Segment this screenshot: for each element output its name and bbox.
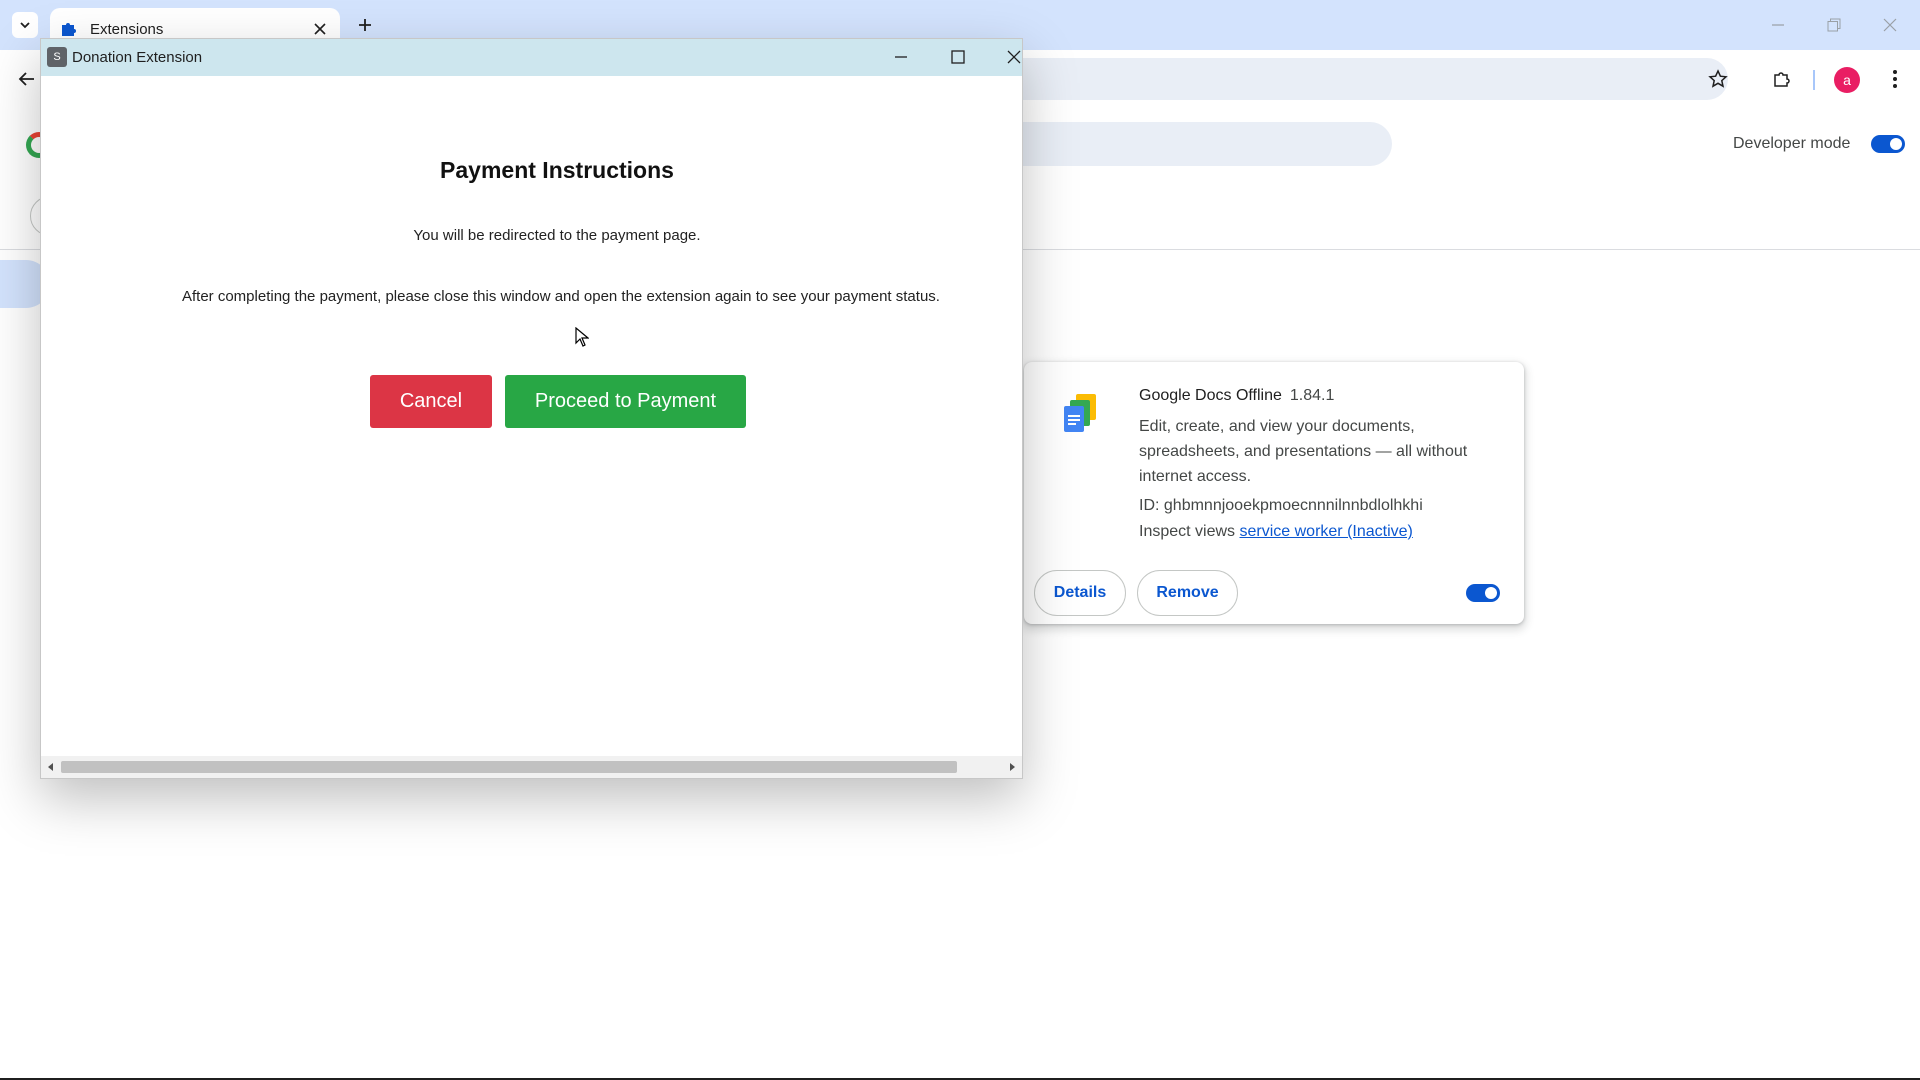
toggle-knob [1890,138,1902,150]
popup-titlebar[interactable]: S Donation Extension [41,39,1022,76]
popup-close-button[interactable] [994,42,1034,72]
extension-title: Google Docs Offline [1139,387,1282,404]
popup-content: Payment Instructions You will be redirec… [41,76,1022,756]
minimize-icon [1772,24,1784,26]
extension-description: Edit, create, and view your documents, s… [1139,418,1468,485]
puzzle-icon [1774,72,1790,87]
profile-avatar[interactable]: a [1834,67,1860,93]
back-button[interactable] [12,64,42,94]
star-icon [1708,69,1728,88]
puzzle-icon [62,23,76,36]
details-button[interactable]: Details [1034,570,1126,616]
new-tab-button[interactable] [352,12,378,38]
extension-id: ID: ghbmnnjooekpmoecnnnilnnbdlolhkhi [1139,497,1423,514]
minimize-icon [895,56,907,58]
minimize-window-button[interactable] [1758,8,1798,42]
tab-close-button[interactable] [310,19,330,39]
bookmark-button[interactable] [1703,64,1733,94]
developer-mode-toggle[interactable] [1871,135,1905,153]
maximize-icon [951,50,965,64]
close-icon [314,23,326,35]
caret-left-icon [48,763,53,771]
popup-maximize-button[interactable] [938,42,978,72]
cancel-button[interactable]: Cancel [370,375,492,428]
browser-menu-button[interactable] [1880,64,1910,94]
restore-icon [1827,18,1841,32]
popup-minimize-button[interactable] [881,42,921,72]
payment-instructions-heading: Payment Instructions [440,157,674,183]
close-icon [1883,18,1897,32]
scrollbar-thumb[interactable] [61,761,957,773]
close-icon [1007,50,1021,64]
extension-name: Google Docs Offline 1.84.1 [1139,387,1334,405]
toggle-knob [1485,587,1497,599]
inspect-views-label: Inspect views [1139,523,1236,540]
horizontal-scrollbar[interactable] [41,756,1022,778]
redirect-notice: You will be redirected to the payment pa… [413,227,701,244]
plus-icon [359,19,371,31]
back-arrow-icon [18,72,34,86]
developer-mode-label: Developer mode [1733,135,1851,152]
restore-window-button[interactable] [1814,8,1854,42]
extension-card: Google Docs Offline 1.84.1 Edit, create, … [1024,362,1524,624]
caret-right-icon [1010,763,1015,771]
scroll-right-arrow[interactable] [1004,759,1020,775]
mouse-cursor-icon [575,327,589,347]
popup-window-title: Donation Extension [72,49,203,66]
tab-title: Extensions [90,20,164,38]
remove-button[interactable]: Remove [1137,570,1238,616]
toolbar-divider [1813,70,1815,90]
scroll-left-arrow[interactable] [43,759,59,775]
google-docs-offline-icon [1064,394,1096,432]
extension-version: 1.84.1 [1289,387,1335,404]
extensions-button[interactable] [1767,64,1797,94]
extension-enabled-toggle[interactable] [1466,584,1500,602]
close-window-button[interactable] [1870,8,1910,42]
tab-search-button[interactable] [12,12,38,38]
proceed-to-payment-button[interactable]: Proceed to Payment [505,375,746,428]
donation-extension-window: S Donation Extension Payment Instruction… [40,38,1023,779]
after-payment-instructions: After completing the payment, please clo… [182,288,940,305]
inspect-views: Inspect views service worker (Inactive) [1139,523,1413,541]
kebab-menu-icon [1893,70,1897,88]
chevron-down-icon [20,22,30,29]
service-worker-link[interactable]: service worker (Inactive) [1240,523,1413,540]
app-icon: S [47,47,67,67]
